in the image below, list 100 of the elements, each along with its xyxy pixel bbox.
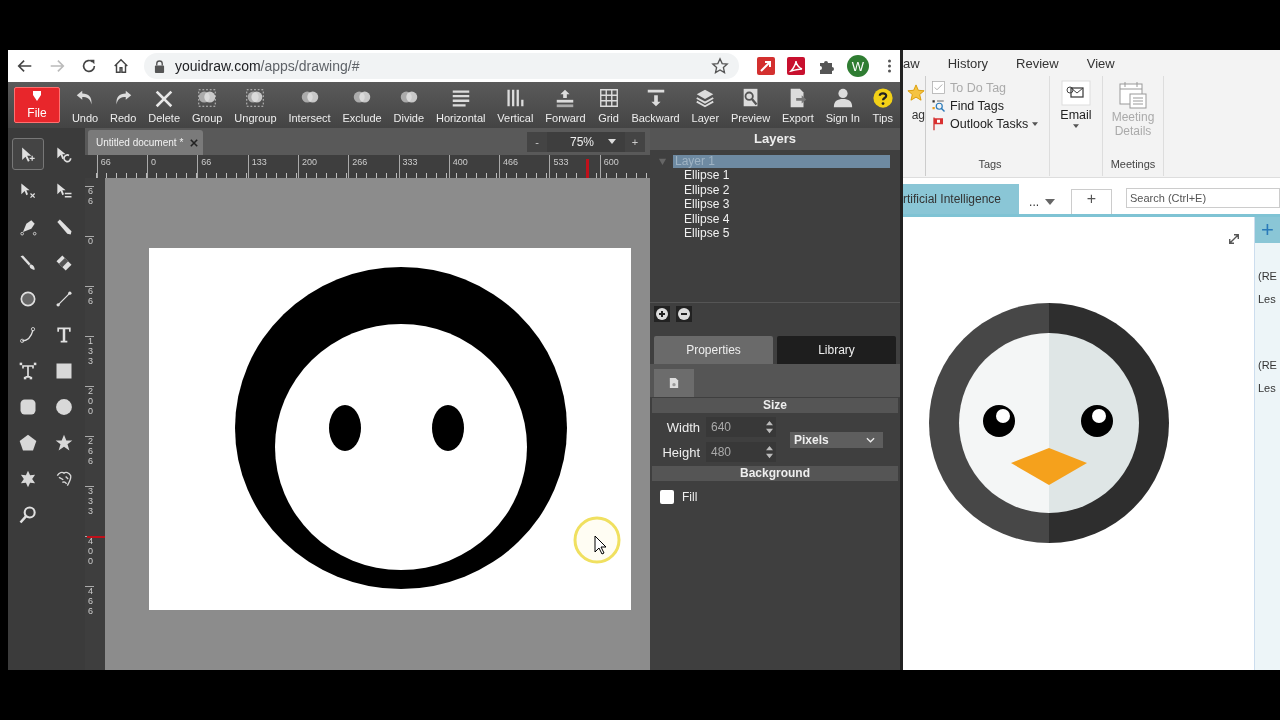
panel-header: Layers [650, 128, 900, 150]
toolbar-button[interactable]: Layer [691, 86, 720, 124]
ribbon-tab[interactable]: View [1086, 55, 1115, 71]
arrow-extension-icon[interactable] [757, 57, 775, 75]
panel-tab[interactable]: Library [777, 336, 896, 364]
overlapping-circles-icon [196, 86, 219, 109]
caret-icon [608, 139, 616, 144]
tool-button[interactable] [12, 138, 44, 170]
chevron-down-icon [866, 436, 875, 443]
more-sections-button[interactable]: ... [1019, 190, 1066, 214]
reload-icon[interactable] [80, 57, 98, 75]
toolbar-button[interactable]: Delete [148, 86, 180, 124]
ribbon-tab[interactable]: Review [1016, 55, 1059, 71]
close-icon[interactable] [190, 138, 198, 147]
back-icon[interactable] [16, 57, 34, 75]
ribbon-button[interactable]: Find Tags [931, 98, 1049, 113]
caret-icon [1045, 199, 1056, 205]
toolbar-button[interactable]: Preview [731, 86, 771, 124]
horizontal-ruler: 66 0 66 133 200 266 333 400 466 533 600 [95, 155, 650, 178]
spinner-arrows-icon[interactable] [765, 420, 774, 434]
home-icon[interactable] [112, 57, 130, 75]
cursor-highlight-icon [572, 515, 622, 565]
help-icon [871, 86, 894, 109]
layer-item[interactable]: Ellipse 1 [684, 168, 730, 183]
calendar-icon [1118, 80, 1148, 110]
unit-dropdown[interactable]: Pixels [790, 431, 883, 448]
menu-icon[interactable] [887, 58, 892, 74]
vertical-ruler: 66 0 66 133 200 266 333 400 466 [85, 178, 105, 670]
star-icon [907, 84, 925, 102]
expand-icon[interactable] [1228, 233, 1240, 245]
layer-item[interactable]: Ellipse 4 [684, 211, 730, 226]
toolbar-button[interactable]: Grid [597, 86, 620, 124]
checkbox-label: Fill [682, 490, 698, 504]
magnifier-icon [18, 504, 38, 526]
page-item[interactable]: (RE [1255, 269, 1280, 283]
number-field[interactable]: 640 [706, 417, 776, 437]
toolbar-button[interactable]: Forward [545, 86, 586, 124]
flag-icon [931, 116, 946, 131]
caret-icon [1073, 124, 1079, 128]
toolbar-button[interactable]: Intersect [288, 86, 331, 124]
toolbar-button[interactable]: Undo [71, 86, 99, 124]
remove-icon[interactable] [676, 306, 692, 322]
number-field[interactable]: 480 [706, 442, 776, 462]
add-icon[interactable] [654, 306, 670, 322]
group-label: Meetings [1110, 158, 1156, 172]
spinner-arrows-icon[interactable] [765, 445, 774, 459]
find-tags-icon [931, 98, 946, 113]
circle-icon [54, 396, 74, 418]
add-section-tab[interactable]: + [1071, 189, 1112, 214]
toolbar-button[interactable]: Sign In [825, 86, 860, 124]
page-item[interactable]: Les [1255, 381, 1280, 395]
layer-item[interactable]: Ellipse 2 [684, 182, 730, 197]
toolbar-button[interactable]: Horizontal [435, 86, 486, 124]
position-marker [585, 159, 589, 178]
zoom-out-button[interactable]: - [527, 131, 547, 152]
toolbar-button[interactable]: Ungroup [234, 86, 277, 124]
lock-icon [154, 59, 165, 73]
page-item[interactable]: (RE [1255, 358, 1280, 372]
document-tab[interactable]: Untitled document * [88, 130, 203, 155]
toolbar-button[interactable]: Tips [871, 86, 894, 124]
file-button[interactable]: File [14, 87, 60, 123]
toolbar-button[interactable]: Backward [631, 86, 680, 124]
section-header: Size [652, 398, 898, 413]
document-icon [669, 377, 679, 389]
section-tab[interactable]: rtificial Intelligence [903, 184, 1020, 214]
group-label: Tags [977, 158, 1003, 172]
ribbon-tab[interactable]: aw [903, 55, 920, 71]
zoom-dropdown[interactable]: 75% [547, 131, 625, 152]
profile-avatar[interactable]: W [847, 55, 869, 77]
address-bar[interactable]: youidraw.com/apps/drawing/# [144, 53, 739, 79]
document-tab-button[interactable] [654, 369, 694, 397]
person-icon [831, 86, 854, 109]
toolbar-button[interactable]: Vertical [497, 86, 534, 124]
pentagon-icon [18, 432, 38, 454]
toolbar-button[interactable]: Exclude [342, 86, 382, 124]
ribbon-tab[interactable]: History [947, 55, 989, 71]
checkbox-icon [931, 80, 946, 95]
checkbox[interactable] [660, 490, 674, 504]
star-outline-icon[interactable] [711, 57, 729, 75]
email-button[interactable]: Email [1060, 80, 1092, 128]
toolbar-button[interactable]: Group [191, 86, 223, 124]
field-label: Height [662, 444, 700, 460]
pdf-extension-icon[interactable] [787, 57, 805, 75]
layer-item[interactable]: Ellipse 3 [684, 197, 730, 212]
email-icon [1061, 80, 1091, 106]
ribbon-button[interactable]: ag [911, 108, 925, 122]
position-marker [87, 536, 105, 538]
ribbon-button[interactable]: Outlook Tasks [931, 116, 1049, 131]
toolbar-button[interactable]: Export [782, 86, 814, 124]
zoom-in-button[interactable]: + [625, 131, 645, 152]
panel-tab[interactable]: Properties [654, 336, 773, 364]
field-label: Width [665, 419, 700, 435]
curve-icon [18, 324, 38, 346]
page-item[interactable]: Les [1255, 292, 1280, 306]
overlapping-circles-icon [244, 86, 267, 109]
grid-icon [597, 86, 620, 109]
toolbar-button[interactable]: Divide [393, 86, 425, 124]
layer-item[interactable]: Ellipse 5 [684, 226, 730, 241]
toolbar-button[interactable]: Redo [110, 86, 137, 124]
search-field[interactable]: Search (Ctrl+E) [1126, 188, 1280, 208]
